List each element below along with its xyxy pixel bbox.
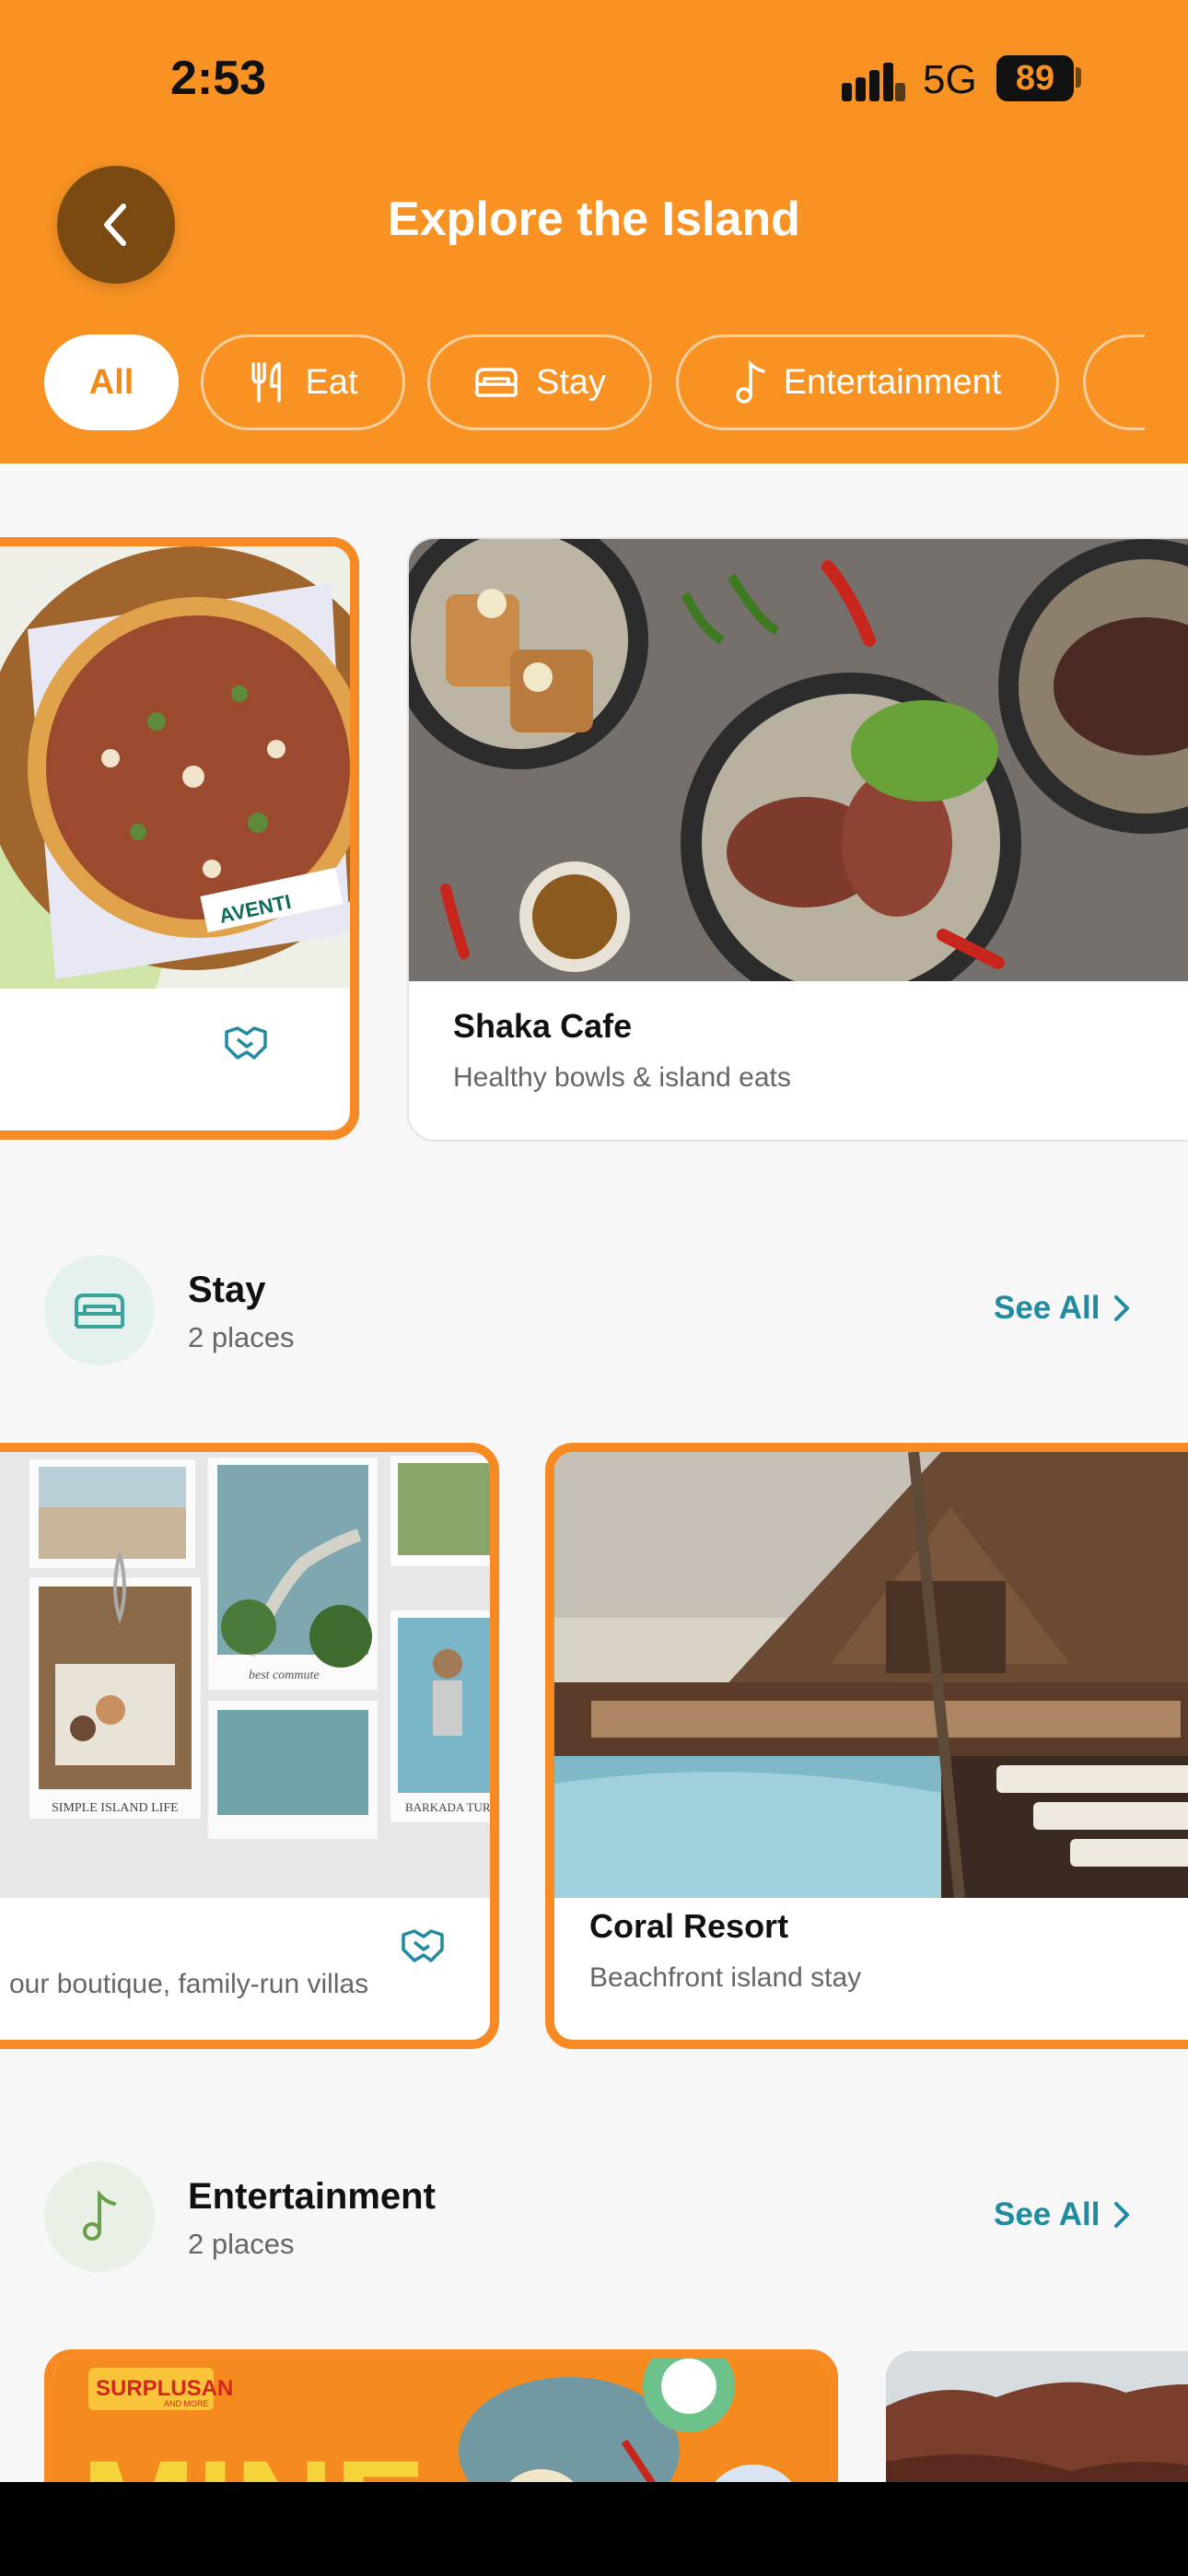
music-note-icon (83, 2191, 116, 2241)
filter-chip-label: Entertainment (783, 362, 1002, 402)
card-title: Coral Resort (589, 1907, 789, 1945)
entertainment-section-count: 2 places (188, 2228, 295, 2260)
chevron-right-icon (1114, 1295, 1130, 1321)
network-label: 5G (923, 57, 977, 102)
handshake-icon (402, 1929, 444, 1962)
app-header: 2:53 5G 89 Explore the Island All Eat St… (0, 0, 1188, 463)
shaka-cafe-photo (409, 539, 1188, 981)
bed-icon (475, 368, 518, 397)
status-bar: 2:53 5G 89 (0, 0, 1188, 157)
see-all-label: See All (994, 1290, 1101, 1326)
collage-caption: best commute (249, 1669, 320, 1682)
surplusan-logo: SURPLUSAN (96, 2376, 233, 2401)
status-time: 2:53 (170, 52, 267, 105)
stay-card-villas[interactable]: best commute SIMPLE ISLAND LIFE BARKADA … (0, 1443, 499, 2049)
stay-section-title: Stay (188, 1270, 266, 1310)
music-note-icon (735, 360, 765, 404)
fork-knife-icon (251, 362, 282, 403)
bed-icon (75, 1294, 124, 1329)
surplusan-logo-sub: AND MORE (164, 2399, 209, 2408)
villas-collage-photo: best commute SIMPLE ISLAND LIFE BARKADA … (0, 1452, 490, 1898)
pizza-photo: AVENTI (0, 546, 350, 989)
card-subtitle: Healthy bowls & island eats (453, 1062, 791, 1093)
eat-card-pizza[interactable]: AVENTI (0, 537, 359, 1140)
filter-chip-eat[interactable]: Eat (201, 334, 405, 430)
bottom-system-area (0, 2482, 1188, 2576)
handshake-icon (225, 1026, 267, 1060)
entertainment-section-icon (44, 2161, 155, 2272)
filter-chip-label: All (88, 362, 134, 402)
filter-chip-entertainment[interactable]: Entertainment (676, 334, 1059, 430)
collage-caption: SIMPLE ISLAND LIFE (52, 1801, 179, 1815)
chevron-right-icon (1114, 2202, 1130, 2228)
stay-section-count: 2 places (188, 1321, 295, 1353)
card-subtitle: our boutique, family-run villas (9, 1969, 369, 1999)
eat-card-shaka[interactable]: Shaka Cafe Healthy bowls & island eats (407, 537, 1188, 1142)
filter-chip-stay[interactable]: Stay (427, 334, 652, 430)
filter-chip-all[interactable]: All (44, 334, 179, 430)
signal-icon (842, 63, 905, 101)
entertainment-section-title: Entertainment (188, 2176, 436, 2217)
coral-resort-photo (554, 1452, 1188, 1898)
stay-section-icon (44, 1255, 155, 1365)
filter-chip-label: Eat (305, 362, 358, 402)
filter-chip-label: Stay (535, 362, 607, 402)
battery-indicator: 89 (996, 55, 1074, 101)
entertainment-see-all-link[interactable]: See All (994, 2196, 1131, 2233)
filter-chip-more[interactable] (1083, 334, 1145, 430)
card-subtitle: Beachfront island stay (589, 1962, 862, 1993)
stay-card-coral-resort[interactable]: Coral Resort Beachfront island stay (545, 1443, 1188, 2049)
battery-tip (1076, 67, 1081, 88)
stay-see-all-link[interactable]: See All (994, 1290, 1131, 1327)
collage-caption: BARKADA TURNED (405, 1800, 490, 1814)
card-title: Shaka Cafe (453, 1007, 633, 1045)
page-title: Explore the Island (388, 193, 800, 246)
see-all-label: See All (994, 2196, 1101, 2232)
filter-chips: All Eat Stay Entertainment (44, 334, 1145, 430)
